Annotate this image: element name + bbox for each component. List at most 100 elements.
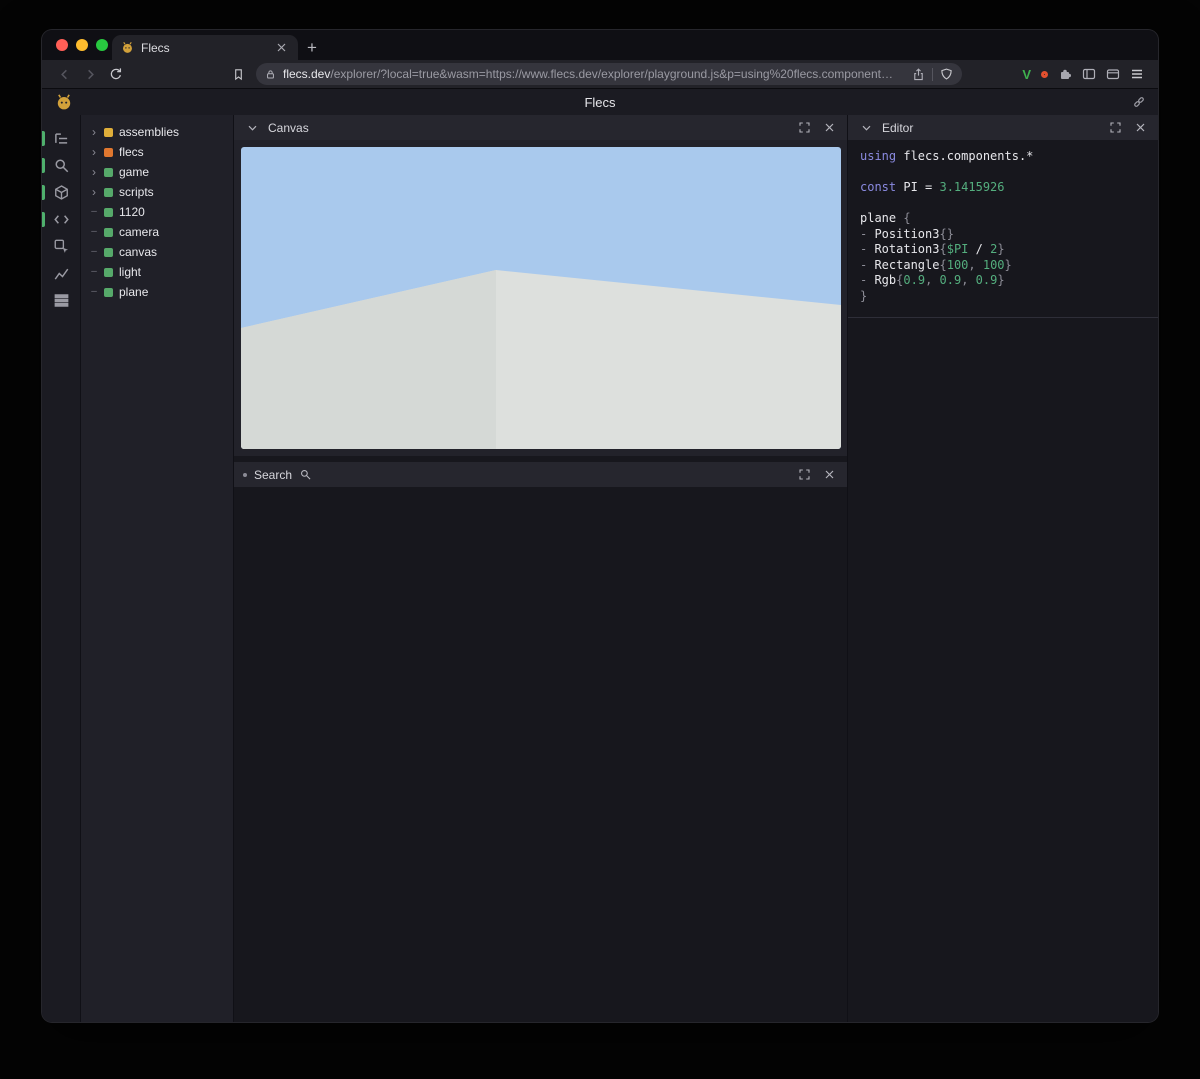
leaf-dash: – (90, 267, 98, 277)
expand-arrow[interactable]: › (90, 146, 98, 158)
menu-icon[interactable] (1130, 67, 1144, 81)
tree-item-label: light (119, 265, 141, 279)
divider (932, 68, 933, 81)
tree-item-label: flecs (119, 145, 144, 159)
code-line: - Rgb{0.9, 0.9, 0.9} (860, 273, 1146, 289)
3d-canvas[interactable] (241, 147, 841, 449)
active-indicator (42, 185, 45, 200)
tab-close-icon[interactable] (273, 40, 289, 56)
entity-color-swatch (104, 148, 113, 157)
close-window-button[interactable] (56, 39, 68, 51)
extensions-puzzle-icon[interactable] (1058, 67, 1072, 81)
fullscreen-icon[interactable] (1106, 119, 1124, 137)
share-icon[interactable] (912, 68, 925, 81)
active-indicator (42, 212, 45, 227)
browser-tab[interactable]: Flecs (112, 35, 298, 60)
editor-panel-title: Editor (882, 121, 913, 135)
editor-panel-header: Editor (848, 115, 1158, 140)
v-extension-icon[interactable]: V (1022, 67, 1031, 82)
expand-arrow[interactable]: › (90, 166, 98, 178)
tree-item-camera[interactable]: –camera (81, 222, 233, 242)
tree-item-1120[interactable]: –1120 (81, 202, 233, 222)
leaf-dash: – (90, 247, 98, 257)
tree-item-light[interactable]: – light (81, 262, 233, 282)
forward-icon[interactable] (78, 63, 102, 85)
rows-icon[interactable] (42, 287, 80, 314)
tree-item-label: game (119, 165, 149, 179)
new-tab-button[interactable]: + (298, 35, 326, 60)
chevron-down-icon[interactable] (857, 119, 875, 137)
address-bar[interactable]: flecs.dev/explorer/?local=true&wasm=http… (256, 63, 962, 85)
close-icon[interactable] (1131, 119, 1149, 137)
tree-item-scripts[interactable]: › scripts (81, 182, 233, 202)
tree-item-game[interactable]: › game (81, 162, 233, 182)
bookmark-icon[interactable] (226, 63, 250, 85)
canvas-panel-body (234, 140, 847, 456)
search-panel-title: Search (254, 468, 292, 482)
tree-item-canvas[interactable]: – canvas (81, 242, 233, 262)
code-editor[interactable]: using flecs.components.* const PI = 3.14… (848, 140, 1158, 318)
tree-icon[interactable] (42, 125, 80, 152)
wallet-icon[interactable] (1106, 67, 1120, 81)
lock-icon (265, 69, 276, 80)
tree-item-label: scripts (119, 185, 154, 199)
code-line: const PI = 3.1415926 (860, 180, 1146, 196)
code-line: using flecs.components.* (860, 149, 1146, 165)
zoom-window-button[interactable] (96, 39, 108, 51)
code-icon[interactable] (42, 206, 80, 233)
tree-item-label: 1120 (119, 205, 145, 219)
empty-panel-area (234, 487, 847, 1022)
center-column: Canvas Search (233, 115, 847, 1022)
back-icon[interactable] (52, 63, 76, 85)
extensions-cluster: V (1022, 67, 1148, 82)
close-icon[interactable] (820, 466, 838, 484)
adblock-extension-icon[interactable] (1041, 71, 1048, 78)
window-controls (56, 30, 108, 60)
tree-item-label: plane (119, 285, 148, 299)
code-line: plane { (860, 211, 1146, 227)
sidebar-panel-icon[interactable] (1082, 67, 1096, 81)
navigation-bar: flecs.dev/explorer/?local=true&wasm=http… (42, 60, 1158, 88)
canvas-panel-header: Canvas (234, 115, 847, 140)
code-line (860, 165, 1146, 181)
tree-item-plane[interactable]: –plane (81, 282, 233, 302)
fullscreen-icon[interactable] (795, 119, 813, 137)
tree-item-label: camera (119, 225, 159, 239)
search-panel-header: Search (234, 462, 847, 487)
reload-icon[interactable] (104, 63, 128, 85)
code-line: - Position3{} (860, 227, 1146, 243)
entity-color-swatch (104, 228, 113, 237)
tree-item-flecs[interactable]: › flecs (81, 142, 233, 162)
app-header: Flecs (42, 88, 1158, 115)
permalink-icon[interactable] (1132, 95, 1146, 114)
tree-item-assemblies[interactable]: › assemblies (81, 122, 233, 142)
main-content: ›assemblies›flecs›game›scripts–1120–came… (42, 115, 1158, 1022)
expand-arrow[interactable]: › (90, 126, 98, 138)
fullscreen-icon[interactable] (795, 466, 813, 484)
search-icon (300, 469, 311, 480)
minimize-window-button[interactable] (76, 39, 88, 51)
tool-sidebar (42, 115, 80, 1022)
canvas-panel-title: Canvas (268, 121, 309, 135)
inspect-icon[interactable] (42, 233, 80, 260)
code-line: - Rectangle{100, 100} (860, 258, 1146, 274)
bullet-icon[interactable] (243, 473, 247, 477)
flecs-logo (55, 93, 73, 116)
entity-color-swatch (104, 168, 113, 177)
tree-item-label: canvas (119, 245, 157, 259)
empty-panel-area (848, 318, 1158, 1022)
active-indicator (42, 158, 45, 173)
code-line (860, 196, 1146, 212)
shield-icon[interactable] (940, 68, 953, 81)
stats-icon[interactable] (42, 260, 80, 287)
expand-arrow[interactable]: › (90, 186, 98, 198)
close-icon[interactable] (820, 119, 838, 137)
entity-color-swatch (104, 128, 113, 137)
entity-tree: ›assemblies›flecs›game›scripts–1120–came… (80, 115, 233, 1022)
tree-item-label: assemblies (119, 125, 179, 139)
search-icon[interactable] (42, 152, 80, 179)
chevron-down-icon[interactable] (243, 119, 261, 137)
entities-icon[interactable] (42, 179, 80, 206)
entity-color-swatch (104, 288, 113, 297)
url-domain: flecs.dev (283, 67, 330, 81)
